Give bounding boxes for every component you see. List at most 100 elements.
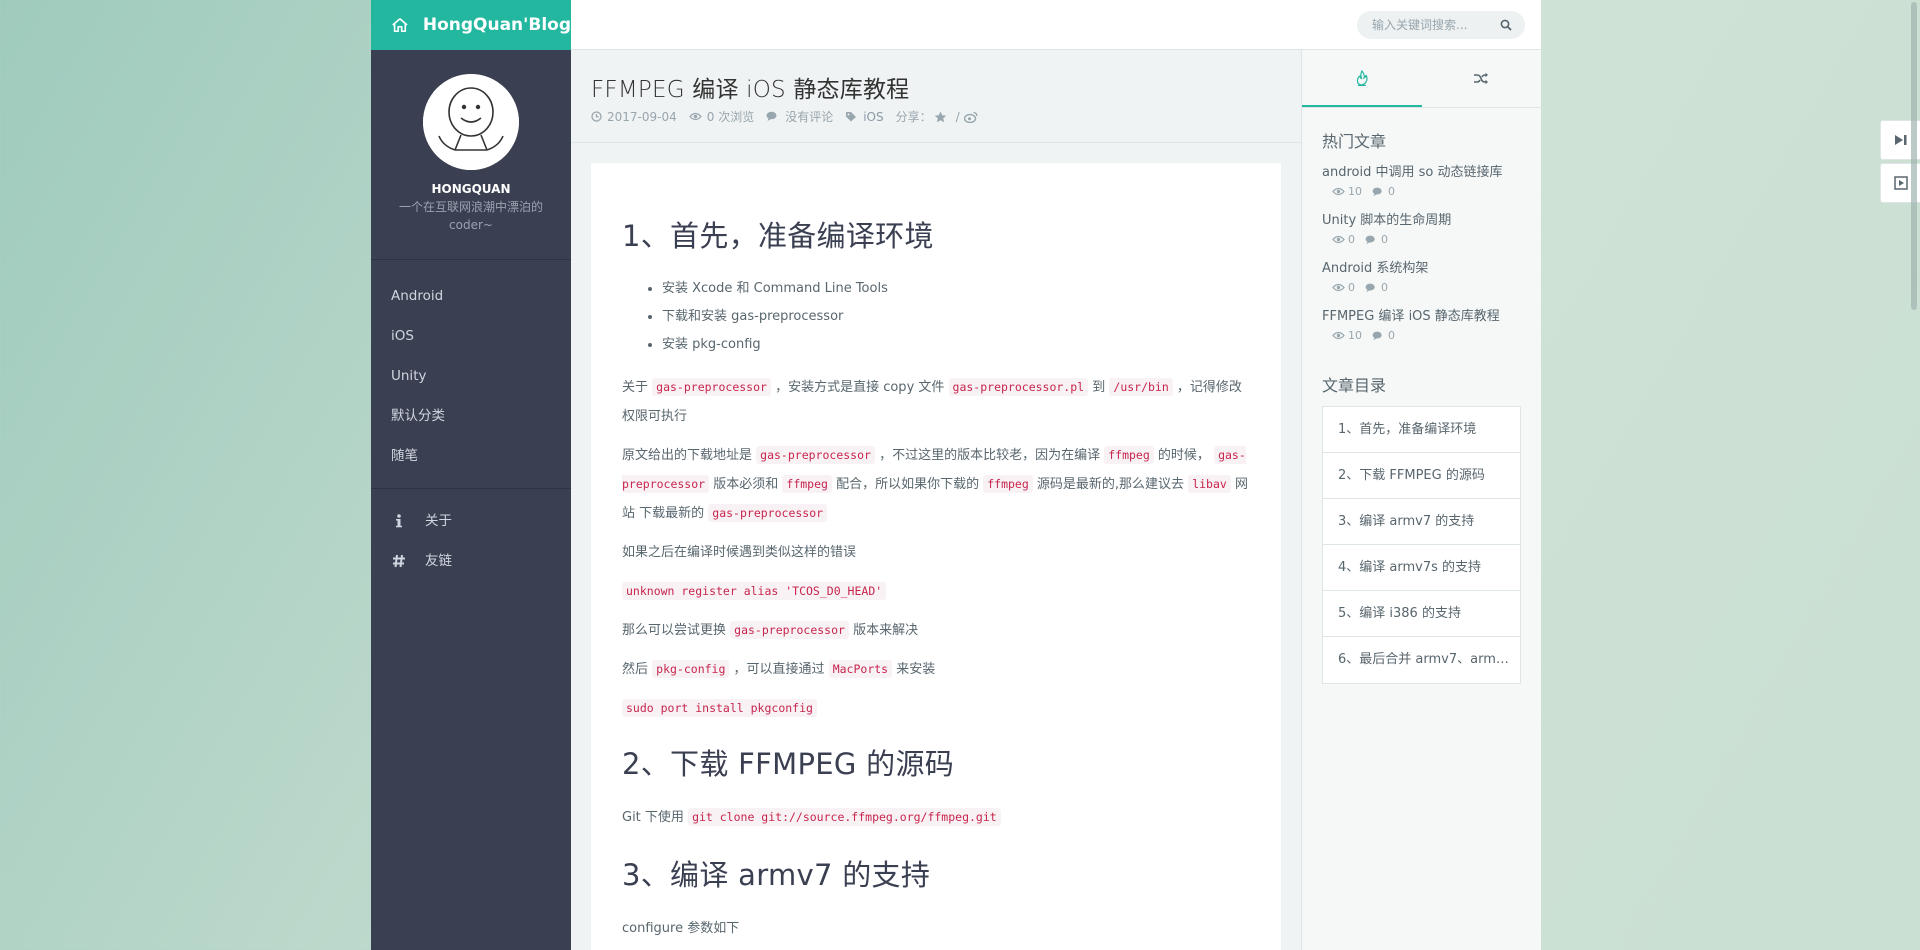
hot-stats: 0 0 [1322, 233, 1521, 246]
weibo-icon[interactable] [963, 111, 978, 123]
tab-hot[interactable] [1302, 50, 1422, 107]
inline-code: gas-preprocessor [730, 621, 849, 639]
avatar[interactable] [423, 74, 519, 170]
search-input[interactable] [1372, 18, 1500, 32]
eye-icon [1332, 235, 1345, 244]
code-line-1: unknown register alias 'TCOS_D0_HEAD' [622, 577, 1251, 606]
comment-count: 0 [1381, 233, 1388, 246]
eye-icon [1332, 283, 1345, 292]
scrollbar[interactable] [1908, 0, 1920, 950]
nav-item-android[interactable]: Android [371, 276, 571, 316]
inline-code: unknown register alias 'TCOS_D0_HEAD' [622, 582, 887, 600]
toc-item[interactable]: 2、下载 FFMPEG 的源码 [1323, 453, 1520, 499]
hot-link[interactable]: Android 系统构架 [1322, 260, 1521, 278]
eye-icon [1332, 331, 1345, 340]
text: 版本来解决 [853, 623, 919, 638]
search-icon[interactable] [1500, 19, 1512, 31]
post-comments[interactable]: 没有评论 [766, 108, 833, 125]
hot-link[interactable]: Unity 脚本的生命周期 [1322, 212, 1521, 230]
nav-item-about[interactable]: 关于 [371, 501, 571, 541]
toc-item[interactable]: 6、最后合并 armv7、armv7s 和 i386 的支持 [1323, 637, 1520, 683]
toc-item[interactable]: 3、编译 armv7 的支持 [1323, 499, 1520, 545]
paragraph-2: 原文给出的下载地址是 gas-preprocessor ，不过这里的版本比较老，… [622, 441, 1251, 528]
inline-code: git clone git://source.ffmpeg.org/ffmpeg… [688, 808, 1001, 826]
tags-icon [846, 112, 857, 122]
page-nav: 关于 友链 [371, 489, 571, 581]
post-views: 0 次浏览 [688, 108, 755, 125]
text: 那么可以尝试更换 [622, 623, 727, 638]
home-icon [392, 18, 408, 33]
share-separator: / [955, 109, 960, 124]
text: 版本必须和 [713, 477, 779, 492]
list-item: Android 系统构架 0 0 [1322, 260, 1521, 294]
category-nav: Android iOS Unity 默认分类 随笔 [371, 260, 571, 489]
post-title: FFMPEG 编译 iOS 静态库教程 [591, 77, 910, 103]
inline-code: ffmpeg [1104, 446, 1154, 464]
view-count: 10 [1348, 185, 1362, 198]
inline-code: libav [1188, 475, 1231, 493]
post-views-text: 0 次浏览 [706, 110, 755, 124]
text: ，不过这里的版本比较老，因为在编译 [879, 448, 1101, 463]
hot-list: android 中调用 so 动态链接库 10 0 Unity 脚本的生命周期 … [1302, 152, 1541, 342]
text: 的时候， [1157, 448, 1210, 463]
fire-icon [1356, 69, 1368, 86]
aside-tabs [1302, 50, 1541, 108]
paragraph-3: 如果之后在编译时候遇到类似这样的错误 [622, 545, 857, 560]
paragraph-1: 关于 gas-preprocessor ，安装方式是直接 copy 文件 gas… [622, 373, 1251, 431]
code-line-2: sudo port install pkgconfig [622, 694, 1251, 723]
nav-item-unity[interactable]: Unity [371, 356, 571, 396]
profile-name: HONGQUAN [431, 182, 511, 196]
text: 原文给出的下载地址是 [622, 448, 753, 463]
inline-code: /usr/bin [1109, 378, 1173, 396]
hot-stats: 10 0 [1322, 329, 1521, 342]
heading-2: 2、下载 FFMPEG 的源码 [622, 747, 955, 781]
nav-item-ios[interactable]: iOS [371, 316, 571, 356]
share: 分享： / [896, 108, 983, 125]
tab-random[interactable] [1422, 50, 1542, 107]
comment-count: 0 [1381, 281, 1388, 294]
eye-icon [1332, 187, 1345, 196]
comments-icon [1365, 235, 1375, 244]
page: HongQuan'Blog HONGQUAN 一个在互联 [371, 0, 1541, 950]
paragraph-6: Git 下使用 git clone git://source.ffmpeg.or… [622, 803, 1251, 832]
paragraph-4: 那么可以尝试更换 gas-preprocessor 版本来解决 [622, 616, 1251, 645]
hot-stats: 10 0 [1322, 185, 1521, 198]
main-content: FFMPEG 编译 iOS 静态库教程 2017-09-04 0 次浏览 没有评… [571, 50, 1301, 950]
profile-motto: 一个在互联网浪潮中漂泊的coder~ [398, 200, 543, 232]
list-item: Unity 脚本的生命周期 0 0 [1322, 212, 1521, 246]
inline-code: gas-preprocessor [708, 504, 828, 522]
hot-link[interactable]: FFMPEG 编译 iOS 静态库教程 [1322, 308, 1521, 326]
nav-item-default[interactable]: 默认分类 [371, 396, 571, 436]
post-comments-text: 没有评论 [785, 110, 834, 124]
play-box-icon [1893, 176, 1908, 190]
inline-code: pkg-config [652, 660, 730, 678]
nav-item-notes[interactable]: 随笔 [371, 436, 571, 476]
nav-item-about-label: 关于 [425, 513, 452, 529]
list-item: 安装 pkg-config [662, 331, 1251, 359]
text: 到 [1092, 380, 1106, 395]
inline-code: MacPorts [828, 660, 893, 678]
comment-count: 0 [1388, 329, 1395, 342]
comments-icon [1372, 331, 1382, 340]
inline-code: gas-preprocessor [756, 446, 875, 464]
comments-icon [1372, 187, 1382, 196]
toc-item[interactable]: 5、编译 i386 的支持 [1323, 591, 1520, 637]
nav-item-links[interactable]: 友链 [371, 541, 571, 581]
toc-item[interactable]: 4、编译 armv7s 的支持 [1323, 545, 1520, 591]
paragraph-7: configure 参数如下 [622, 921, 740, 936]
inline-code: ffmpeg [782, 475, 832, 493]
shuffle-icon [1474, 72, 1489, 85]
view-count: 10 [1348, 329, 1362, 342]
left-sidebar: HONGQUAN 一个在互联网浪潮中漂泊的coder~ Android iOS … [371, 50, 571, 950]
toc-item[interactable]: 1、首先，准备编译环境 [1323, 407, 1520, 453]
view-count: 0 [1348, 233, 1355, 246]
post-tag[interactable]: iOS [845, 110, 884, 124]
brand-logo[interactable]: HongQuan'Blog [371, 0, 571, 50]
scrollbar-thumb[interactable] [1911, 2, 1917, 310]
comments-icon [766, 111, 777, 121]
star-icon[interactable] [934, 111, 947, 123]
hot-link[interactable]: android 中调用 so 动态链接库 [1322, 164, 1521, 182]
hot-title: 热门文章 [1322, 132, 1387, 151]
toc-list: 1、首先，准备编译环境 2、下载 FFMPEG 的源码 3、编译 armv7 的… [1322, 406, 1521, 684]
paragraph-5: 然后 pkg-config ，可以直接通过 MacPorts 来安装 [622, 655, 1251, 684]
